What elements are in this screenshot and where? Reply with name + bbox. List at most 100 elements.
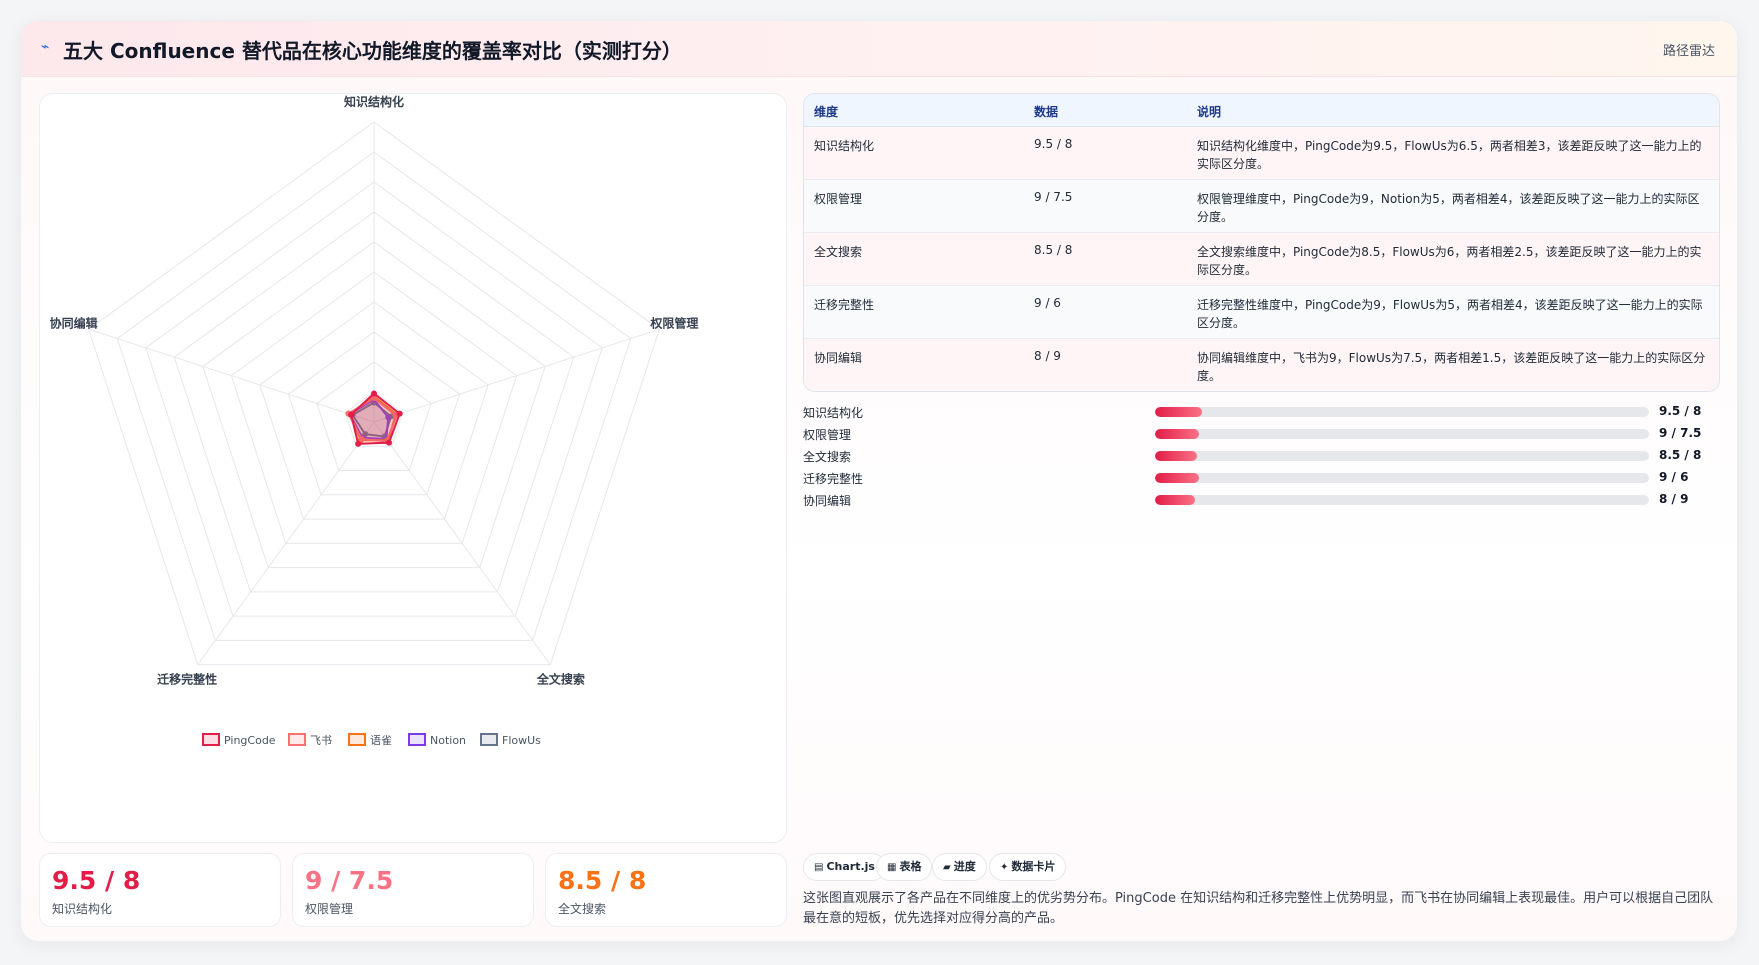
progress-row: 权限管理 9 / 7.5 (803, 423, 1720, 445)
radar-chart: 知识结构化权限管理全文搜索 迁移完整性 协同编辑 PingCode 飞书 语雀 Notion… (50, 94, 699, 747)
chip-data-card[interactable]: ✦ 数据卡片 (989, 853, 1067, 881)
table-row: 协同编辑 8 / 9 协同编辑维度中，飞书为9，FlowUs为7.5，两者相差1… (804, 339, 1719, 391)
progress-fill (1155, 429, 1200, 439)
progress-list: 知识结构化 9.5 / 8 权限管理 9 / 7.5 全文搜索 8.5 / 8 … (803, 401, 1720, 531)
radar-axis-label: 权限管理 (649, 316, 698, 331)
legend-swatch (480, 733, 498, 746)
column-header: 数据 (1034, 105, 1059, 119)
legend-swatch (348, 733, 366, 746)
table-row: 全文搜索 8.5 / 8 全文搜索维度中，PingCode为8.5，FlowUs… (804, 233, 1719, 286)
radar-point (385, 439, 392, 446)
progress-icon: ▰ (943, 862, 951, 873)
table-cell: 协同编辑维度中，飞书为9，FlowUs为7.5，两者相差1.5，该差距反映了这一… (1197, 351, 1706, 383)
table-cell: 知识结构化维度中，PingCode为9.5，FlowUs为6.5，两者相差3，该… (1197, 139, 1702, 171)
radar-axis-label: 全文搜索 (536, 671, 585, 686)
progress-row: 知识结构化 9.5 / 8 (803, 401, 1720, 423)
radar-spoke (88, 328, 375, 423)
progress-label: 迁移完整性 (803, 472, 864, 486)
table-icon: ▦ (887, 862, 897, 873)
radar-point (348, 411, 355, 418)
table-cell: 9 / 6 (1034, 296, 1061, 310)
table-cell: 权限管理维度中，PingCode为9，Notion为5，两者相差4，该差距反映了… (1197, 192, 1700, 224)
radar-spoke (373, 328, 660, 423)
radar-axis-label: 协同编辑 (50, 316, 98, 331)
radar-series-PingCode (350, 392, 401, 445)
summary-text: 这张图直观展示了各产品在不同维度上的优劣势分布。PingCode 在知识结构和迁… (803, 891, 1714, 926)
chart-icon: ▤ (814, 862, 824, 873)
table-cell: 迁移完整性 (814, 298, 875, 312)
chip-table[interactable]: ▦ 表格 (876, 853, 933, 881)
table-cell: 全文搜索 (814, 245, 863, 259)
stat-value: 9 / 7.5 (305, 866, 394, 895)
progress-value: 8.5 / 8 (1659, 448, 1702, 462)
table-cell: 全文搜索维度中，PingCode为8.5，FlowUs为6，两者相差2.5，该差… (1197, 245, 1702, 277)
legend-swatch (288, 733, 306, 746)
sparkle-icon: ✦ (1000, 862, 1009, 873)
progress-track (1155, 407, 1649, 417)
progress-label: 权限管理 (803, 428, 852, 442)
legend-label: 语雀 (370, 734, 392, 747)
bolt-icon: ⌁ (41, 39, 50, 55)
radar-point (355, 440, 362, 447)
legend-swatch (408, 733, 426, 746)
radar-point (396, 410, 403, 417)
progress-row: 迁移完整性 9 / 6 (803, 467, 1720, 489)
table-cell: 9.5 / 8 (1034, 137, 1073, 151)
radar-chart-panel: 知识结构化权限管理全文搜索 迁移完整性 协同编辑 PingCode 飞书 语雀 Notion… (39, 93, 787, 843)
stat-label: 知识结构化 (52, 902, 113, 916)
chip-label: 表格 (899, 860, 922, 873)
progress-row: 协同编辑 8 / 9 (803, 489, 1720, 511)
radar-axis-label: 迁移完整性 (157, 671, 217, 686)
column-header: 维度 (814, 105, 839, 119)
progress-track (1155, 495, 1649, 505)
progress-fill (1155, 473, 1200, 483)
stat-card-2: 9 / 7.5 权限管理 (292, 853, 534, 927)
chip-progress[interactable]: ▰ 进度 (932, 853, 987, 881)
progress-value: 8 / 9 (1659, 492, 1689, 506)
header-bar: ⌁ 五大 Confluence 替代品在核心功能维度的覆盖率对比（实测打分） 路… (21, 21, 1737, 77)
progress-track (1155, 429, 1649, 439)
progress-fill (1155, 407, 1202, 417)
dashboard-card: ⌁ 五大 Confluence 替代品在核心功能维度的覆盖率对比（实测打分） 路… (20, 20, 1738, 942)
table-cell: 8.5 / 8 (1034, 243, 1073, 257)
chart-type-tag: 路径雷达 (1662, 44, 1715, 59)
radar-point (371, 390, 377, 397)
legend-label: 飞书 (310, 734, 332, 747)
legend-label: FlowUs (502, 734, 541, 747)
radar-axis-label: 知识结构化 (343, 94, 404, 109)
stat-label: 权限管理 (305, 902, 354, 916)
table-cell: 9 / 7.5 (1034, 190, 1073, 204)
progress-value: 9 / 7.5 (1659, 426, 1702, 440)
page-title: 五大 Confluence 替代品在核心功能维度的覆盖率对比（实测打分） (63, 39, 682, 63)
table-row: 迁移完整性 9 / 6 迁移完整性维度中，PingCode为9，FlowUs为5… (804, 286, 1719, 339)
stat-card-1: 9.5 / 8 知识结构化 (39, 853, 281, 927)
progress-fill (1155, 451, 1197, 461)
data-table: 维度 数据 说明 知识结构化 9.5 / 8 知识结构化维度中，PingCode… (803, 93, 1720, 392)
stat-card-3: 8.5 / 8 全文搜索 (545, 853, 787, 927)
legend-label: PingCode (224, 734, 276, 747)
progress-track (1155, 451, 1649, 461)
table-cell: 权限管理 (814, 192, 863, 206)
progress-track (1155, 473, 1649, 483)
stat-label: 全文搜索 (558, 902, 607, 916)
progress-value: 9 / 6 (1659, 470, 1689, 484)
table-cell: 8 / 9 (1034, 349, 1061, 363)
progress-value: 9.5 / 8 (1659, 404, 1702, 418)
legend-label: Notion (430, 734, 466, 747)
table-header: 维度 数据 说明 (804, 94, 1719, 127)
stat-value: 8.5 / 8 (558, 866, 647, 895)
table-row: 知识结构化 9.5 / 8 知识结构化维度中，PingCode为9.5，Flow… (804, 127, 1719, 180)
legend-swatch (202, 733, 220, 746)
progress-label: 协同编辑 (803, 494, 852, 508)
chip-label: 数据卡片 (1011, 860, 1056, 873)
table-cell: 协同编辑 (814, 351, 863, 365)
chip-chartjs[interactable]: ▤ Chart.js (803, 853, 886, 881)
progress-label: 知识结构化 (803, 406, 864, 420)
chip-label: 进度 (953, 860, 976, 873)
progress-row: 全文搜索 8.5 / 8 (803, 445, 1720, 467)
stat-value: 9.5 / 8 (52, 866, 141, 895)
progress-fill (1155, 495, 1195, 505)
column-header: 说明 (1197, 105, 1222, 119)
table-row: 权限管理 9 / 7.5 权限管理维度中，PingCode为9，Notion为5… (804, 180, 1719, 233)
chip-label: Chart.js (826, 860, 875, 873)
